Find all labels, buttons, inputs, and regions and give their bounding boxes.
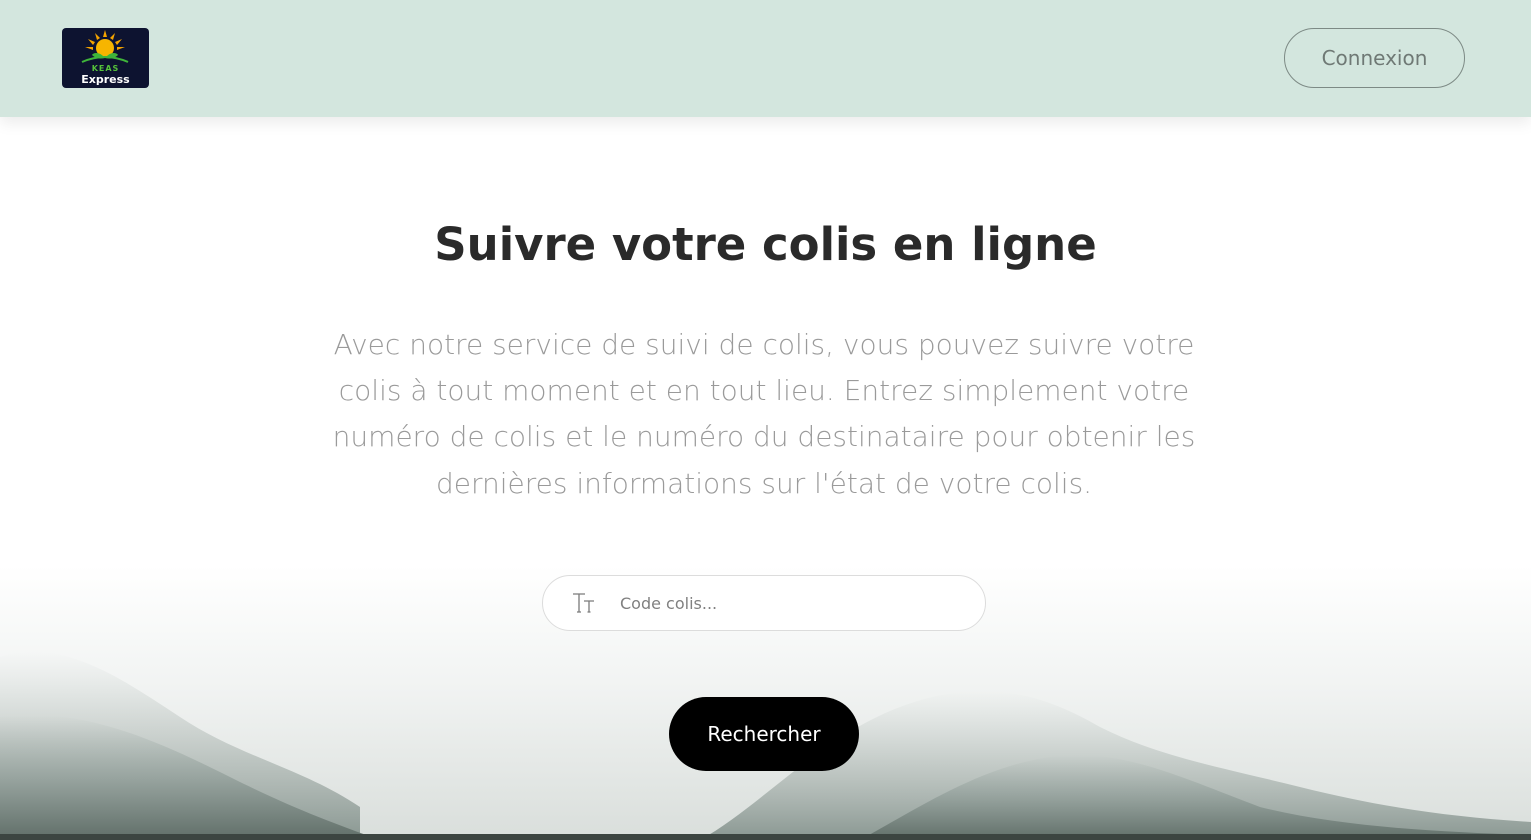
logo-text-express: Express [81, 73, 130, 86]
login-button[interactable]: Connexion [1284, 28, 1465, 88]
page-title: Suivre votre colis en ligne [434, 218, 1097, 271]
top-header: KEAS Express Connexion [0, 0, 1531, 117]
brand-logo[interactable]: KEAS Express [62, 28, 149, 88]
search-button[interactable]: Rechercher [669, 697, 859, 771]
tracking-code-input[interactable] [620, 590, 960, 616]
service-description: Avec notre service de suivi de colis, vo… [332, 328, 1196, 500]
logo-text-keas: KEAS [91, 64, 120, 73]
text-format-icon [573, 593, 594, 613]
